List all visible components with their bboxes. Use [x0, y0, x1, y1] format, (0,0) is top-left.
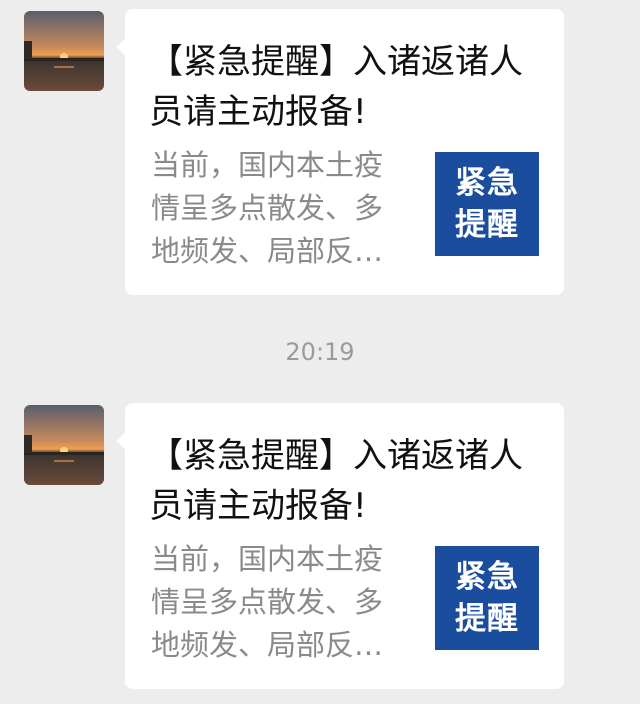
thumbnail-text-line2: 提醒: [455, 601, 519, 637]
article-description: 当前，国内本土疫 情呈多点散发、多 地频发、局部反…: [151, 148, 384, 268]
article-title: 【紧急提醒】入诸返诸人员请主动报备!: [149, 436, 523, 526]
message-row: 【紧急提醒】入诸返诸人员请主动报备! 当前，国内本土疫 情呈多点散发、多 地频发…: [0, 403, 640, 693]
article-card[interactable]: 【紧急提醒】入诸返诸人员请主动报备! 当前，国内本土疫 情呈多点散发、多 地频发…: [116, 403, 564, 689]
thumbnail-text-line1: 紧急: [455, 559, 519, 595]
sunset-avatar-image: [24, 405, 104, 485]
chat-view: 【紧急提醒】入诸返诸人员请主动报备! 当前，国内本土疫 情呈多点散发、多 地频发…: [0, 0, 640, 704]
article-title: 【紧急提醒】入诸返诸人员请主动报备!: [149, 42, 523, 132]
message-row: 【紧急提醒】入诸返诸人员请主动报备! 当前，国内本土疫 情呈多点散发、多 地频发…: [0, 9, 640, 299]
article-description: 当前，国内本土疫 情呈多点散发、多 地频发、局部反…: [151, 542, 384, 662]
avatar[interactable]: [24, 11, 104, 91]
timestamp: 20:19: [285, 338, 355, 366]
article-card[interactable]: 【紧急提醒】入诸返诸人员请主动报备! 当前，国内本土疫 情呈多点散发、多 地频发…: [116, 9, 564, 295]
article-thumbnail: 紧急 提醒: [435, 152, 539, 256]
thumbnail-text-line1: 紧急: [455, 165, 519, 201]
article-thumbnail: 紧急 提醒: [435, 546, 539, 650]
avatar[interactable]: [24, 405, 104, 485]
sunset-avatar-image: [24, 11, 104, 91]
thumbnail-text-line2: 提醒: [455, 207, 519, 243]
